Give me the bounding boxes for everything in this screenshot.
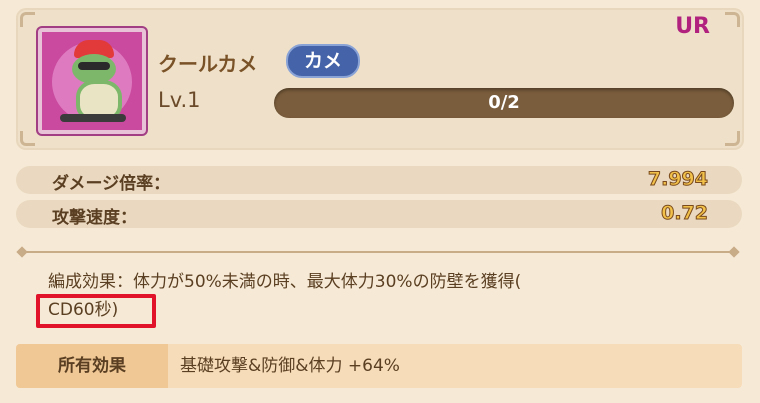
unit-level: Lv.1 [158,88,201,112]
owned-effect-label: 所有効果 [16,344,168,388]
stat-label: 攻撃速度： [52,208,137,228]
section-divider [16,246,740,258]
rarity-badge: UR [675,14,710,39]
unit-card: UR クールカメ カメ Lv.1 0/2 [16,8,744,150]
sunglasses-shape [78,62,110,70]
divider-end-icon [728,246,740,258]
unit-name: クールカメ [158,52,258,76]
owned-effect-value: 基礎攻撃&防御&体力 +64% [180,356,400,376]
stat-value: 0.72 [661,202,709,225]
level-progress-bar: 0/2 [274,88,734,118]
corner-ornament [20,12,35,27]
corner-ornament [725,12,740,27]
stat-row-attack-speed: 攻撃速度： 0.72 [16,200,742,228]
cooldown-highlight-box [36,294,156,328]
owned-effect-row: 所有効果 基礎攻撃&防御&体力 +64% [16,344,742,388]
divider-end-icon [16,246,28,258]
turtle-portrait-icon[interactable] [38,28,146,134]
stat-label: ダメージ倍率： [52,174,171,194]
formation-effect-line: 編成効果：体力が50%未満の時、最大体力30%の防壁を獲得( [48,272,522,292]
skateboard-shape [60,114,126,122]
corner-ornament [725,131,740,146]
stat-row-damage-multiplier: ダメージ倍率： 7.994 [16,166,742,194]
corner-ornament [20,131,35,146]
type-tag: カメ [286,44,361,78]
progress-text: 0/2 [488,92,520,113]
divider-line [22,251,734,253]
stat-value: 7.994 [647,168,708,191]
